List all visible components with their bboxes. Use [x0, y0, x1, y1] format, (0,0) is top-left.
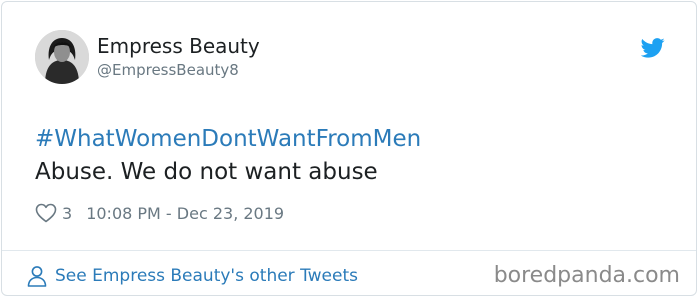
twitter-bird-icon[interactable]: [641, 38, 665, 58]
person-icon: [27, 266, 47, 287]
tweet-text: Abuse. We do not want abuse: [35, 159, 378, 185]
tweet-hashtag[interactable]: #WhatWomenDontWantFromMen: [35, 124, 421, 154]
avatar[interactable]: [35, 30, 89, 84]
tweet-card: Empress Beauty @EmpressBeauty8 #WhatWome…: [1, 1, 697, 296]
divider: [2, 250, 696, 251]
see-other-tweets-label: See Empress Beauty's other Tweets: [55, 266, 358, 286]
tweet-meta: 3 10:08 PM - Dec 23, 2019: [35, 201, 284, 225]
avatar-photo: [35, 30, 89, 84]
author-display-name[interactable]: Empress Beauty: [97, 33, 260, 59]
see-other-tweets-link[interactable]: See Empress Beauty's other Tweets: [27, 263, 358, 289]
tweet-timestamp[interactable]: 10:08 PM - Dec 23, 2019: [86, 204, 284, 223]
watermark: boredpanda.com: [493, 263, 680, 288]
like-count[interactable]: 3: [62, 204, 72, 223]
author-handle[interactable]: @EmpressBeauty8: [97, 60, 239, 80]
heart-icon[interactable]: [35, 203, 57, 223]
